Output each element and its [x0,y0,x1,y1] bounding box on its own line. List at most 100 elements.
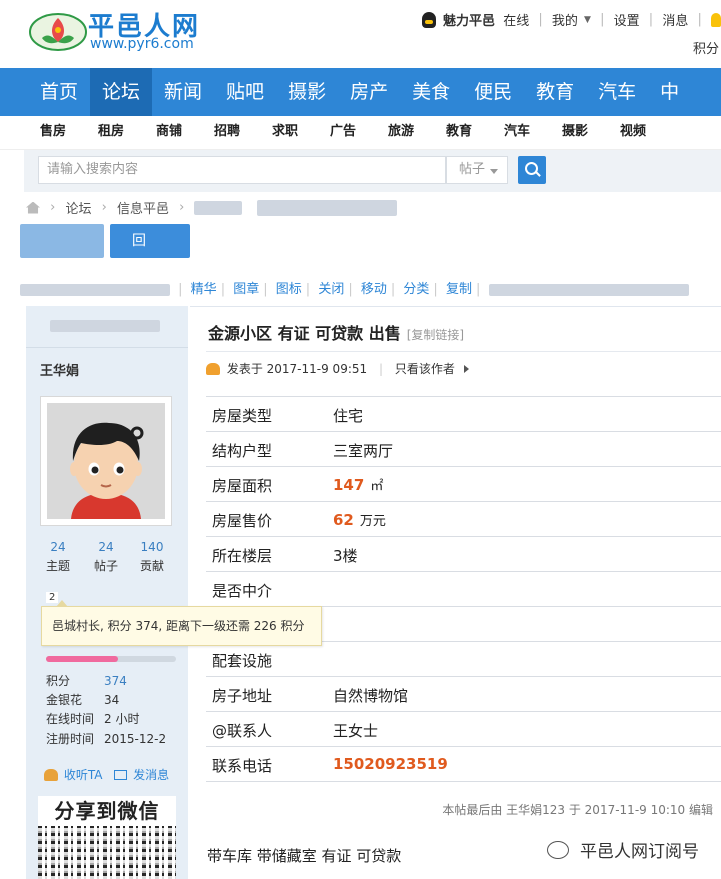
stat-label: 贡献 [139,559,164,573]
blurred-tool [20,283,170,296]
wechat-share[interactable]: 分享到微信 [38,796,176,879]
detail-key: 注册时间 [46,732,95,746]
subnav-item-travel[interactable]: 旅游 [372,116,430,148]
only-author-link[interactable]: 只看该作者 [395,353,455,385]
site-url[interactable]: www.pyr6.com [90,36,194,52]
info-label: 是否中介 [212,582,273,600]
search-button[interactable] [518,156,546,184]
nav-item-services[interactable]: 便民 [462,68,524,116]
nav-item-more[interactable]: 中 [648,68,691,116]
author-icon [206,362,220,375]
send-message-button[interactable]: 发消息 [133,766,169,783]
nav-item-news[interactable]: 新闻 [152,68,214,116]
qq-icon [421,11,436,28]
detail-value: 34 [104,693,120,707]
reply-button[interactable]: 回 [110,224,190,258]
nav-item-home[interactable]: 首页 [0,68,90,116]
stat-posts[interactable]: 24 帖子 [86,540,126,574]
level-progress-fill [46,656,118,662]
bulb-icon[interactable] [711,12,721,27]
detail-row-registered: 注册时间 2015-12-2 [46,730,186,747]
info-label: 房子地址 [212,687,273,705]
nav-item-forum[interactable]: 论坛 [90,68,153,116]
info-value: 147 ㎡ [333,475,383,494]
watermark-text: 平邑人网订阅号 [580,842,699,862]
subnav-item-education[interactable]: 教育 [430,116,488,148]
my-menu[interactable]: 我的 [552,10,578,29]
breadcrumb-forum[interactable]: 论坛 [65,198,91,217]
subnav-item-auto[interactable]: 汽车 [488,116,546,148]
current-username[interactable]: 魅力平邑 [443,10,495,29]
breadcrumb-sep: › [50,200,56,215]
detail-key: 在线时间 [46,712,95,726]
nav-item-auto[interactable]: 汽车 [586,68,648,116]
subnav-item-photo[interactable]: 摄影 [546,116,604,148]
info-value-text: 住宅 [333,407,364,425]
search-type-label: 帖子 [459,162,486,177]
info-value-text: 62 [333,511,354,529]
info-row: 所在楼层 3楼 [206,537,721,572]
tool-copy[interactable]: 复制 [446,278,472,297]
nav-item-photo[interactable]: 摄影 [276,68,338,116]
nav-item-realestate[interactable]: 房产 [338,68,400,116]
search-input[interactable]: 请输入搜索内容 [38,156,446,184]
blurred-breadcrumb [256,199,397,216]
tool-icon[interactable]: 图标 [276,278,302,297]
site-logo[interactable] [28,8,88,52]
settings-link[interactable]: 设置 [614,10,640,29]
subnav-item-house-sale[interactable]: 售房 [24,116,82,148]
copy-link[interactable]: [复制链接] [407,328,464,342]
points-link[interactable]: 积分 [693,38,719,57]
site-header: 平邑人网 www.pyr6.com 魅力平邑 在线 | 我的 ▼ | 设置 | … [0,0,721,68]
avatar-image [47,403,165,519]
info-label: 结构户型 [212,442,273,460]
property-info-table: 房屋类型 住宅结构户型 三室两厅房屋面积 147 ㎡房屋售价 62 万元所在楼层 3楼是否中介… [206,396,721,782]
subnav-item-jobseek[interactable]: 求职 [256,116,314,148]
breadcrumb-sep: › [101,200,107,215]
home-icon[interactable] [26,201,40,214]
author-name[interactable]: 王华娟 [40,360,79,379]
breadcrumb-board[interactable]: 信息平邑 [117,198,169,217]
post-meta: 发表于 2017-11-9 09:51 | 只看该作者 [206,351,721,381]
follow-button[interactable]: 收听TA [64,766,103,783]
blurred-header [50,320,160,332]
blurred-breadcrumb [194,200,243,215]
tool-digest[interactable]: 精华 [191,278,217,297]
avatar-illustration [47,403,165,519]
detail-value: 2 小时 [104,712,140,726]
nav-item-food[interactable]: 美食 [400,68,462,116]
info-unit: ㎡ [370,479,384,494]
divider: | [378,361,384,376]
info-row: 房屋面积 147 ㎡ [206,467,721,502]
subnav-item-rent[interactable]: 租房 [82,116,140,148]
new-post-button[interactable] [20,224,104,258]
blurred-tool [488,283,689,296]
info-label: 房屋售价 [212,512,273,530]
nav-item-education[interactable]: 教育 [524,68,586,116]
tool-close[interactable]: 关闭 [318,278,344,297]
avatar[interactable] [40,396,172,526]
tool-stamp[interactable]: 图章 [233,278,259,297]
info-unit: 万元 [359,514,386,529]
info-value-text: 三室两厅 [333,442,394,460]
nav-item-tieba[interactable]: 贴吧 [214,68,276,116]
info-value[interactable]: 15020923519 [333,755,448,773]
stat-threads[interactable]: 24 主题 [38,540,78,574]
info-row: 房屋售价 62 万元 [206,502,721,537]
info-row: 房屋类型 住宅 [206,397,721,432]
info-row: 配套设施 [206,642,721,677]
search-type-select[interactable]: 帖子 [446,156,508,184]
subnav-item-ads[interactable]: 广告 [314,116,372,148]
chevron-down-icon[interactable]: ▼ [584,15,591,25]
tool-move[interactable]: 移动 [361,278,387,297]
subnav-item-hiring[interactable]: 招聘 [198,116,256,148]
messages-link[interactable]: 消息 [662,10,688,29]
subnav-item-shops[interactable]: 商铺 [140,116,198,148]
detail-value[interactable]: 374 [104,674,127,688]
divider: | [648,12,654,27]
stat-contribution[interactable]: 140 贡献 [132,540,172,574]
wechat-watermark: 平邑人网订阅号 [546,837,699,862]
tool-category[interactable]: 分类 [403,278,429,297]
subnav-item-video[interactable]: 视频 [604,116,662,148]
main-nav: 首页 论坛 新闻 贴吧 摄影 房产 美食 便民 教育 汽车中 [0,68,721,116]
